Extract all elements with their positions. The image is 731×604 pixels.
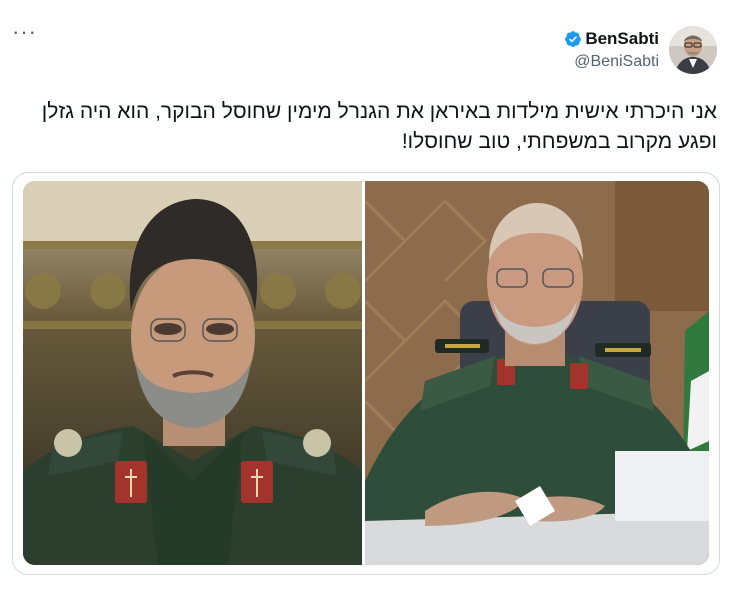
author-display-name-row[interactable]: BenSabti <box>564 29 659 49</box>
general-left-photo[interactable] <box>23 181 362 565</box>
general-right-image <box>365 181 709 565</box>
general-left-image <box>23 181 362 565</box>
avatar-photo <box>669 26 717 74</box>
tweet-footer-metadata <box>340 596 640 604</box>
tweet-header: BenSabti @BeniSabti <box>564 26 717 74</box>
author-names: BenSabti @BeniSabti <box>564 29 659 72</box>
avatar[interactable] <box>669 26 717 74</box>
tweet-text: אני היכרתי אישית מילדות באיראן את הגנרל … <box>41 100 717 153</box>
author-display-name: BenSabti <box>585 28 659 48</box>
verified-badge-icon <box>565 30 582 47</box>
more-options-icon[interactable]: ··· <box>12 21 37 43</box>
general-right-photo[interactable] <box>365 181 709 565</box>
author-handle[interactable]: @BeniSabti <box>564 52 659 72</box>
tweet-media[interactable] <box>12 172 720 575</box>
